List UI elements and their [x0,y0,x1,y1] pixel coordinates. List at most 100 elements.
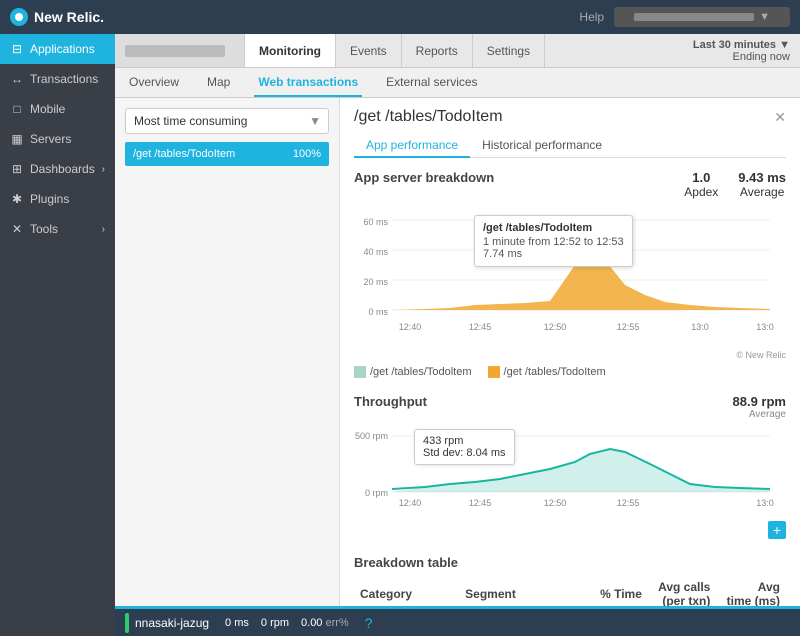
col-segment: Segment [459,576,590,606]
left-panel: Most time consuming By name ▼ /get /tabl… [115,98,340,606]
col-category: Category [354,576,459,606]
applications-icon: ⊟ [10,42,24,56]
svg-text:12:40: 12:40 [399,498,422,508]
user-area[interactable]: ▼ [614,7,790,27]
user-text [634,13,754,21]
svg-text:12:40: 12:40 [399,322,422,332]
perf-tab-app[interactable]: App performance [354,134,470,158]
svg-text:12:55: 12:55 [617,498,640,508]
throughput-tooltip-rpm: 433 rpm [423,435,506,447]
sub-tab-external-services[interactable]: External services [382,68,481,97]
legend-label-2: /get /tables/TodoItem [504,366,606,378]
svg-text:13:0: 13:0 [691,322,709,332]
main-layout: ⊟ Applications ↔ Transactions □ Mobile ▦… [0,34,800,636]
sidebar-item-servers[interactable]: ▦ Servers [0,124,115,154]
sidebar-item-tools[interactable]: ✕ Tools › [0,214,115,244]
app-name-text [125,45,225,57]
svg-text:13:0: 13:0 [756,322,774,332]
sidebar-item-label: Applications [30,42,95,56]
svg-text:12:50: 12:50 [544,498,567,508]
tab-events[interactable]: Events [336,34,402,67]
svg-text:20 ms: 20 ms [363,277,388,287]
breakdown-table-title: Breakdown table [354,555,786,570]
status-err: 0.00 err% [301,617,349,629]
logo-area: New Relic. [10,8,104,26]
add-button[interactable]: + [768,521,786,539]
plugins-icon: ✱ [10,192,24,206]
apdex-stat: 1.0 Apdex [684,170,718,199]
info-icon[interactable]: ? [365,615,373,631]
transaction-pct: 100% [293,148,321,160]
close-button[interactable]: ✕ [774,109,786,126]
perf-tab-historical[interactable]: Historical performance [470,134,614,158]
breakdown-table: Category Segment % Time Avg calls(per tx… [354,576,786,606]
chart-legend: /get /tables/Todoltem /get /tables/TodoI… [354,366,786,378]
right-panel: /get /tables/TodoItem ✕ App performance … [340,98,800,606]
chart-tooltip: /get /tables/TodoItem 1 minute from 12:5… [474,215,633,267]
sub-tab-overview[interactable]: Overview [125,68,183,97]
content-area: Most time consuming By name ▼ /get /tabl… [115,98,800,606]
sidebar-item-transactions[interactable]: ↔ Transactions [0,64,115,94]
tooltip-time: 1 minute from 12:52 to 12:53 [483,236,624,248]
col-pct-time: % Time [591,576,648,606]
sidebar-item-label: Servers [30,132,71,146]
svg-text:12:45: 12:45 [469,498,492,508]
app-header: Monitoring Events Reports Settings Last … [115,34,800,68]
add-button-wrapper: + [354,519,786,539]
svg-text:12:50: 12:50 [544,322,567,332]
legend-label-1: /get /tables/Todoltem [370,366,472,378]
time-label: Last 30 minutes [693,39,776,51]
ending-label: Ending now [733,51,791,63]
header-tabs: Monitoring Events Reports Settings [245,34,545,67]
status-ms: 0 ms [225,617,249,629]
top-navigation: New Relic. Help ▼ [0,0,800,34]
sidebar-item-plugins[interactable]: ✱ Plugins [0,184,115,214]
sub-tab-web-transactions[interactable]: Web transactions [254,68,362,97]
tab-settings[interactable]: Settings [473,34,545,67]
sub-tab-map[interactable]: Map [203,68,234,97]
perf-tabs: App performance Historical performance [354,134,786,158]
tab-reports[interactable]: Reports [402,34,473,67]
tools-icon: ✕ [10,222,24,236]
tools-arrow: › [102,224,105,235]
sidebar-item-dashboards[interactable]: ⊞ Dashboards › [0,154,115,184]
throughput-section: Throughput 88.9 rpm Average 500 rpm 0 rp… [354,394,786,539]
sub-tabs: Overview Map Web transactions External s… [115,68,800,98]
panel-title: /get /tables/TodoItem [354,108,503,126]
app-name-bar [115,34,245,67]
transaction-list-item[interactable]: /get /tables/TodoItem 100% [125,142,329,166]
throughput-chart-wrapper: 500 rpm 0 rpm 12:40 12:45 [354,424,786,517]
status-rpm: 0 rpm [261,617,289,629]
sidebar-item-label: Tools [30,222,58,236]
breakdown-table-section: Breakdown table Category Segment % Time … [354,555,786,606]
throughput-avg-label: Average [733,409,786,420]
logo-text: New Relic. [34,9,104,25]
legend-color-2 [488,366,500,378]
top-right-area: Help ▼ [579,7,790,27]
sort-dropdown[interactable]: Most time consuming By name [125,108,329,134]
tab-monitoring[interactable]: Monitoring [245,34,336,67]
newrelic-logo: © New Relic [354,350,786,360]
status-indicator-bar [125,613,129,633]
help-link[interactable]: Help [579,10,604,24]
apdex-value: 1.0 [684,170,718,185]
svg-text:60 ms: 60 ms [363,217,388,227]
tooltip-title: /get /tables/TodoItem [483,222,624,234]
main-content: Monitoring Events Reports Settings Last … [115,34,800,636]
avg-value: 9.43 ms [738,170,786,185]
svg-text:0 ms: 0 ms [368,307,388,317]
sidebar-item-applications[interactable]: ⊟ Applications [0,34,115,64]
legend-item-1: /get /tables/Todoltem [354,366,472,378]
user-dropdown-arrow: ▼ [759,11,770,23]
sidebar-item-label: Plugins [30,192,69,206]
throughput-avg-value: 88.9 rpm [733,394,786,409]
svg-text:13:0: 13:0 [756,498,774,508]
dashboards-icon: ⊞ [10,162,24,176]
mobile-icon: □ [10,102,24,116]
sort-dropdown-wrapper: Most time consuming By name ▼ [125,108,329,134]
col-avg-calls: Avg calls(per txn) [648,576,716,606]
logo-icon [10,8,28,26]
status-bar: nnasaki-jazug 0 ms 0 rpm 0.00 err% ? [115,606,800,636]
sidebar-item-mobile[interactable]: □ Mobile [0,94,115,124]
avg-label: Average [738,185,786,199]
